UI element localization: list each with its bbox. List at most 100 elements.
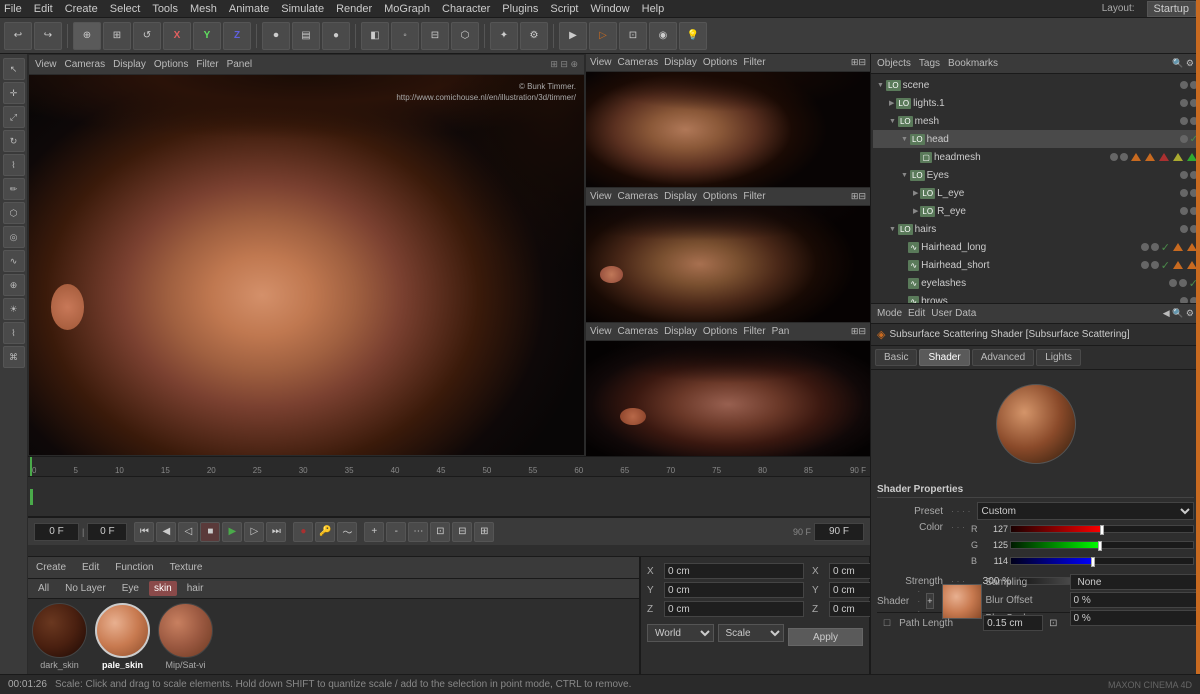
btn-prev-frame[interactable]: ◀ bbox=[156, 522, 176, 542]
main-viewport-content[interactable]: © Bunk Timmer.http://www.comichouse.nl/e… bbox=[29, 75, 584, 455]
main-vp-display[interactable]: Display bbox=[113, 59, 146, 70]
vp-br-content[interactable] bbox=[586, 341, 870, 456]
tool-axis-z[interactable]: Z bbox=[223, 22, 251, 50]
shader-tab-advanced[interactable]: Advanced bbox=[972, 349, 1034, 366]
playhead[interactable] bbox=[30, 457, 32, 476]
tool-move[interactable]: ⊕ bbox=[73, 22, 101, 50]
tree-head[interactable]: ▼ LO head ✓ bbox=[873, 130, 1198, 148]
scene-menu-objects[interactable]: Objects bbox=[877, 58, 911, 69]
tree-hair-long[interactable]: ▶ ∿ Hairhead_long ✓ bbox=[873, 238, 1198, 256]
left-tool-hair[interactable]: ⌇ bbox=[3, 322, 25, 344]
vp-mr-view[interactable]: View bbox=[590, 191, 612, 202]
left-tool-select[interactable]: ↖ bbox=[3, 58, 25, 80]
tool-point[interactable]: ◦ bbox=[391, 22, 419, 50]
tool-record[interactable]: ● bbox=[322, 22, 350, 50]
left-tool-deform[interactable]: ⌇ bbox=[3, 154, 25, 176]
left-tool-paint[interactable]: ✏ bbox=[3, 178, 25, 200]
btn-stop[interactable]: ■ bbox=[200, 522, 220, 542]
tree-reye[interactable]: ▶ LO R_eye bbox=[873, 202, 1198, 220]
btn-play[interactable]: ▶ bbox=[222, 522, 242, 542]
apply-button[interactable]: Apply bbox=[788, 628, 863, 646]
btn-record[interactable]: ● bbox=[293, 522, 313, 542]
menu-script[interactable]: Script bbox=[550, 3, 578, 15]
vp-mr-options[interactable]: Options bbox=[703, 191, 737, 202]
vp-br-pan[interactable]: Pan bbox=[772, 326, 790, 337]
viewport-top-right[interactable]: View Cameras Display Options Filter ⊞⊟ bbox=[586, 54, 870, 188]
main-vp-panel[interactable]: Panel bbox=[227, 59, 253, 70]
tool-render-to[interactable]: ⊡ bbox=[619, 22, 647, 50]
menu-select[interactable]: Select bbox=[110, 3, 141, 15]
btn-key-sel[interactable]: ⋯ bbox=[408, 522, 428, 542]
menu-animate[interactable]: Animate bbox=[229, 3, 269, 15]
vp-br-options[interactable]: Options bbox=[703, 326, 737, 337]
filter-skin[interactable]: skin bbox=[149, 581, 177, 596]
current-frame-input[interactable] bbox=[34, 523, 79, 541]
tool-snap[interactable]: ✦ bbox=[490, 22, 518, 50]
tree-scene[interactable]: ▼ LO scene bbox=[873, 76, 1198, 94]
vp-tr-cameras[interactable]: Cameras bbox=[618, 57, 659, 68]
main-vp-cameras[interactable]: Cameras bbox=[65, 59, 106, 70]
vp-br-cameras[interactable]: Cameras bbox=[618, 326, 659, 337]
main-viewport[interactable]: View Cameras Display Options Filter Pane… bbox=[28, 54, 585, 456]
vp-mr-cameras[interactable]: Cameras bbox=[618, 191, 659, 202]
vp-br-filter[interactable]: Filter bbox=[743, 326, 765, 337]
btn-add-key[interactable]: + bbox=[364, 522, 384, 542]
left-tool-camera[interactable]: ⊕ bbox=[3, 274, 25, 296]
material-mip[interactable]: Mip/Sat-vi bbox=[158, 603, 213, 670]
shader-tab-lights[interactable]: Lights bbox=[1036, 349, 1081, 366]
tree-lights[interactable]: ▶ LO lights.1 bbox=[873, 94, 1198, 112]
menu-help[interactable]: Help bbox=[642, 3, 665, 15]
tree-eyelashes[interactable]: ▶ ∿ eyelashes ✓ bbox=[873, 274, 1198, 292]
vp-mr-filter[interactable]: Filter bbox=[743, 191, 765, 202]
tree-brows[interactable]: ▶ ∿ brows bbox=[873, 292, 1198, 303]
menu-simulate[interactable]: Simulate bbox=[281, 3, 324, 15]
menu-render[interactable]: Render bbox=[336, 3, 372, 15]
menu-file[interactable]: File bbox=[4, 3, 22, 15]
menu-create[interactable]: Create bbox=[65, 3, 98, 15]
material-ball-pale-skin[interactable] bbox=[95, 603, 150, 658]
coord-y-input[interactable] bbox=[664, 582, 804, 598]
menu-character[interactable]: Character bbox=[442, 3, 490, 15]
main-vp-options[interactable]: Options bbox=[154, 59, 188, 70]
left-tool-rotate[interactable]: ↻ bbox=[3, 130, 25, 152]
menu-mesh[interactable]: Mesh bbox=[190, 3, 217, 15]
menu-plugins[interactable]: Plugins bbox=[502, 3, 538, 15]
tree-hair-short[interactable]: ▶ ∿ Hairhead_short ✓ bbox=[873, 256, 1198, 274]
btn-to-start[interactable]: ⏮ bbox=[134, 522, 154, 542]
menu-window[interactable]: Window bbox=[591, 3, 630, 15]
left-tool-brush[interactable]: ⌘ bbox=[3, 346, 25, 368]
blur-offset-input[interactable] bbox=[1070, 592, 1200, 608]
shader-tab-basic[interactable]: Basic bbox=[875, 349, 917, 366]
tool-render-preview[interactable]: ▶ bbox=[559, 22, 587, 50]
r-handle[interactable] bbox=[1100, 525, 1104, 535]
tool-undo[interactable]: ↩ bbox=[4, 22, 32, 50]
shader-tab-shader[interactable]: Shader bbox=[919, 349, 969, 366]
btn-key2[interactable]: ⊡ bbox=[430, 522, 450, 542]
scene-menu-tags[interactable]: Tags bbox=[919, 58, 940, 69]
shader-add-btn[interactable]: + bbox=[926, 593, 933, 609]
tool-settings[interactable]: ⚙ bbox=[520, 22, 548, 50]
main-vp-view[interactable]: View bbox=[35, 59, 57, 70]
sampling-select[interactable]: None bbox=[1070, 574, 1200, 590]
btn-motion[interactable]: 〜 bbox=[337, 522, 357, 542]
btn-auto-key[interactable]: 🔑 bbox=[315, 522, 335, 542]
viewport-bot-right[interactable]: View Cameras Display Options Filter Pan … bbox=[586, 323, 870, 456]
filter-eye[interactable]: Eye bbox=[116, 580, 145, 597]
left-tool-light2[interactable]: ☀ bbox=[3, 298, 25, 320]
left-tool-scale[interactable]: ⤢ bbox=[3, 106, 25, 128]
tool-timeline[interactable]: ▤ bbox=[292, 22, 320, 50]
layout-select[interactable]: Startup bbox=[1147, 1, 1196, 17]
layer-tab-edit[interactable]: Edit bbox=[78, 560, 103, 575]
left-tool-move[interactable]: ✛ bbox=[3, 82, 25, 104]
left-tool-primitive[interactable]: ⬡ bbox=[3, 202, 25, 224]
vp-mr-display[interactable]: Display bbox=[664, 191, 697, 202]
btn-key3[interactable]: ⊟ bbox=[452, 522, 472, 542]
props-edit[interactable]: Edit bbox=[908, 308, 925, 319]
material-dark-skin[interactable]: dark_skin bbox=[32, 603, 87, 670]
tool-redo[interactable]: ↪ bbox=[34, 22, 62, 50]
filter-all[interactable]: All bbox=[32, 580, 55, 597]
tool-axis-x[interactable]: X bbox=[163, 22, 191, 50]
btn-key4[interactable]: ⊞ bbox=[474, 522, 494, 542]
vp-br-view[interactable]: View bbox=[590, 326, 612, 337]
b-bar-bg[interactable] bbox=[1010, 557, 1194, 565]
